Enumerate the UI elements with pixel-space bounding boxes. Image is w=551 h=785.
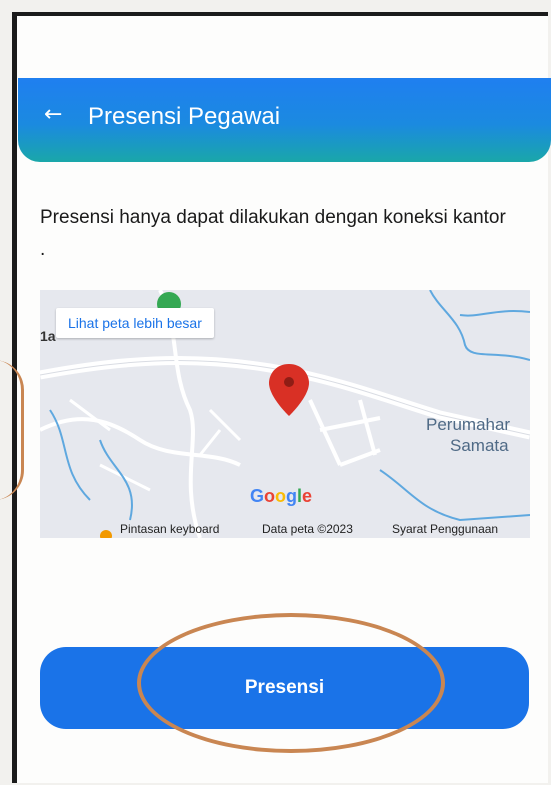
annotation-arc [0, 360, 24, 500]
map-data-attribution: Data peta ©2023 [262, 522, 353, 536]
map-embed[interactable]: 1a Lihat peta lebih besar Perumahar Sama… [40, 290, 530, 538]
place-label-perumahan: Perumahar [426, 415, 511, 434]
keyboard-shortcuts-link[interactable]: Pintasan keyboard [120, 522, 219, 536]
office-connection-notice: Presensi hanya dapat dilakukan dengan ko… [40, 207, 506, 260]
back-arrow-icon[interactable]: ← [44, 102, 62, 127]
view-larger-map-link[interactable]: Lihat peta lebih besar [56, 308, 214, 338]
app-bar: ← Presensi Pegawai [18, 78, 551, 162]
google-logo: Google [250, 486, 313, 506]
presensi-button[interactable]: Presensi [40, 647, 529, 729]
place-label-samata: Samata [450, 436, 509, 455]
map-cut-label: 1a [40, 328, 56, 344]
terms-of-use-link[interactable]: Syarat Penggunaan [392, 522, 498, 536]
page-title: Presensi Pegawai [88, 103, 281, 130]
